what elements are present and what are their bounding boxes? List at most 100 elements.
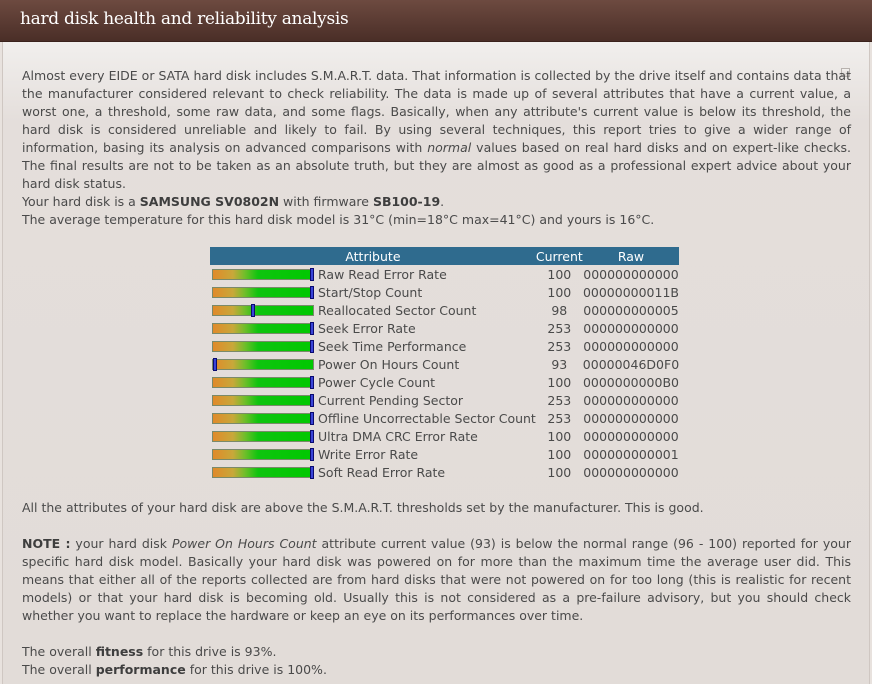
table-row: Power Cycle Count 100 0000000000B0 xyxy=(210,373,679,391)
table-row: Current Pending Sector 253 000000000000 xyxy=(210,391,679,409)
overall-results: The overall fitness for this drive is 93… xyxy=(22,643,851,679)
attribute-raw: 000000000000 xyxy=(583,392,679,408)
table-header-row: Attribute Current Raw xyxy=(210,247,680,265)
health-bar-cell xyxy=(210,427,314,445)
performance-prefix: The overall xyxy=(22,662,96,677)
health-bar-marker xyxy=(213,357,217,371)
attribute-raw: 000000000000 xyxy=(583,338,679,354)
fitness-prefix: The overall xyxy=(22,644,96,659)
note-paragraph: NOTE : your hard disk Power On Hours Cou… xyxy=(22,535,851,625)
attribute-current: 100 xyxy=(547,446,572,462)
health-bar-cell xyxy=(210,319,314,337)
health-bar-marker xyxy=(251,303,255,317)
note-label: NOTE : xyxy=(22,536,71,551)
health-bar-marker xyxy=(310,429,314,443)
fitness-label: fitness xyxy=(95,644,144,659)
attribute-raw: 000000000000 xyxy=(583,428,679,444)
health-bar xyxy=(212,303,314,317)
health-bar-cell xyxy=(210,463,314,481)
disk-model: SAMSUNG SV0802N xyxy=(139,194,280,209)
smart-attributes-table: Attribute Current Raw Raw Read Error Rat… xyxy=(210,247,680,481)
attribute-raw: 000000000000 xyxy=(583,266,679,282)
attribute-name: Seek Error Rate xyxy=(318,320,416,336)
attribute-raw: 0000000000B0 xyxy=(582,374,679,390)
health-bar-cell xyxy=(210,445,314,463)
note-text-1: your hard disk xyxy=(70,536,172,551)
attribute-raw: 00000046D0F0 xyxy=(582,356,680,372)
attribute-name: Write Error Rate xyxy=(318,446,419,462)
header-attribute: Attribute xyxy=(210,247,536,265)
table-row: Soft Read Error Rate 100 000000000000 xyxy=(210,463,679,481)
table-row: Offline Uncorrectable Sector Count 253 000… xyxy=(210,409,679,427)
attribute-current: 93 xyxy=(551,356,568,372)
attribute-name: Soft Read Error Rate xyxy=(318,464,446,480)
performance-label: performance xyxy=(95,662,186,677)
table-row: Start/Stop Count 100 00000000011B xyxy=(210,283,679,301)
health-bar-marker xyxy=(310,411,314,425)
health-bar-cell xyxy=(210,355,314,373)
table-body: Raw Read Error Rate 100 000000000000 Start/… xyxy=(210,265,679,481)
health-bar-cell xyxy=(210,409,314,427)
health-bar xyxy=(212,447,314,461)
disk-info-paragraph: Your hard disk is a SAMSUNG SV0802N with… xyxy=(22,193,851,229)
health-bar xyxy=(212,465,314,479)
disk-firmware: SB100-19 xyxy=(372,194,441,209)
intro-emphasis: normal xyxy=(427,140,472,155)
health-bar-marker xyxy=(310,393,314,407)
health-bar xyxy=(212,267,314,281)
health-bar-marker xyxy=(310,465,314,479)
attribute-name: Current Pending Sector xyxy=(318,392,464,408)
title-bar: hard disk health and reliability analysi… xyxy=(0,0,872,42)
health-bar xyxy=(212,321,314,335)
health-bar xyxy=(212,285,314,299)
health-bar-marker xyxy=(310,321,314,335)
attribute-current: 100 xyxy=(547,266,572,282)
attribute-name: Power Cycle Count xyxy=(318,374,436,390)
table-row: Power On Hours Count 93 00000046D0F0 xyxy=(210,355,679,373)
health-bar xyxy=(212,429,314,443)
health-bar-cell xyxy=(210,301,314,319)
attribute-current: 253 xyxy=(547,410,572,426)
attribute-current: 100 xyxy=(547,428,572,444)
health-bar-cell xyxy=(210,391,314,409)
attribute-name: Power On Hours Count xyxy=(318,356,460,372)
page-title: hard disk health and reliability analysi… xyxy=(20,9,349,29)
table-row: Write Error Rate 100 000000000001 xyxy=(210,445,679,463)
attribute-raw: 000000000000 xyxy=(583,320,679,336)
table-row: Seek Time Performance 253 000000000000 xyxy=(210,337,679,355)
attribute-raw: 000000000005 xyxy=(583,302,679,318)
performance-value: for this drive is 100%. xyxy=(185,662,327,677)
disk-prefix: Your hard disk is a xyxy=(22,194,140,209)
health-bar xyxy=(212,393,314,407)
attribute-current: 100 xyxy=(547,374,572,390)
health-bar-cell xyxy=(210,337,314,355)
health-bar-cell xyxy=(210,265,314,283)
table-row: Reallocated Sector Count 98 000000000005 xyxy=(210,301,679,319)
table-row: Raw Read Error Rate 100 000000000000 xyxy=(210,265,679,283)
attribute-name: Raw Read Error Rate xyxy=(318,266,447,282)
health-bar xyxy=(212,375,314,389)
health-bar xyxy=(212,411,314,425)
attribute-current: 253 xyxy=(547,392,572,408)
attribute-current: 100 xyxy=(547,284,572,300)
status-summary: All the attributes of your hard disk are… xyxy=(22,500,704,515)
attribute-name: Reallocated Sector Count xyxy=(318,302,477,318)
attribute-name: Seek Time Performance xyxy=(318,338,467,354)
header-raw: Raw xyxy=(582,247,680,265)
health-bar-marker xyxy=(310,447,314,461)
health-bar-marker xyxy=(310,267,314,281)
health-bar-cell xyxy=(210,283,314,301)
table-row: Seek Error Rate 253 000000000000 xyxy=(210,319,679,337)
attribute-raw: 000000000001 xyxy=(583,446,679,462)
attribute-current: 253 xyxy=(547,338,572,354)
table-row: Ultra DMA CRC Error Rate 100 000000000000 xyxy=(210,427,679,445)
disk-suffix: . xyxy=(440,194,445,209)
header-current: Current xyxy=(535,247,583,265)
attribute-current: 98 xyxy=(551,302,568,318)
health-bar xyxy=(212,339,314,353)
health-bar xyxy=(212,357,314,371)
attribute-name: Start/Stop Count xyxy=(318,284,423,300)
attribute-current: 100 xyxy=(547,464,572,480)
health-bar-marker xyxy=(310,285,314,299)
health-bar-marker xyxy=(310,375,314,389)
